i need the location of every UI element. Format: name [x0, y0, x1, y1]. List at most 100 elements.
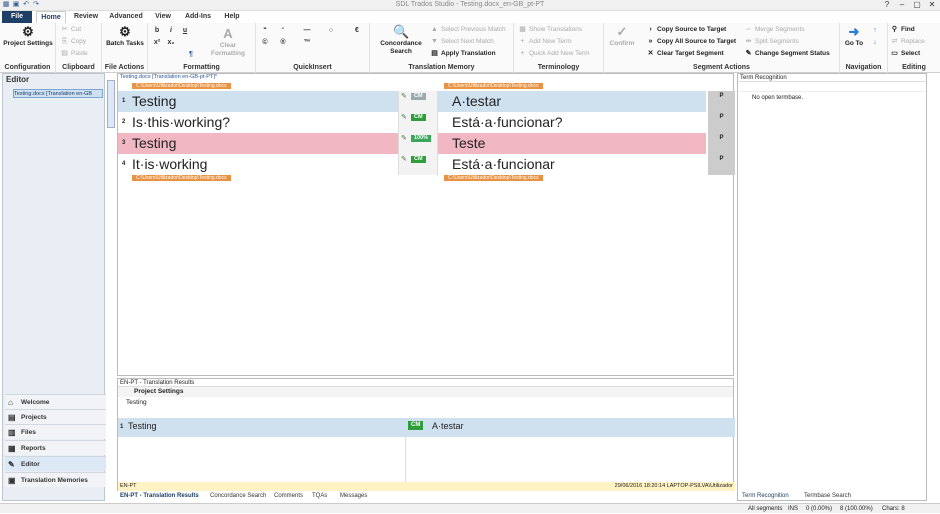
segment-target[interactable]: Está·a·funcionar — [438, 154, 706, 175]
project-settings-label: Project Settings — [3, 40, 53, 47]
segment-row[interactable]: 1 Testing ✎ CM A·testar P — [118, 91, 735, 112]
minimize-icon[interactable]: – — [895, 0, 909, 10]
clear-target-icon: ✕ — [647, 50, 654, 57]
group-label-segment-actions: Segment Actions — [693, 64, 750, 71]
superscript-button[interactable]: x² — [152, 39, 162, 46]
segment-target[interactable]: Está·a·funcionar? — [438, 112, 706, 133]
tab-termbase-search[interactable]: Termbase Search — [804, 491, 851, 501]
tab-translation-results[interactable]: EN-PT - Translation Results — [120, 491, 199, 501]
group-label-clipboard: Clipboard — [62, 64, 95, 71]
results-row-badge: CM — [408, 421, 424, 430]
cut-button[interactable]: ✂ Cut — [60, 25, 82, 35]
quick-add-new-term-label: Quick Add New Term — [529, 50, 590, 57]
tab-term-recognition[interactable]: Term Recognition — [742, 491, 789, 501]
show-translations-button[interactable]: ▦ Show Translations — [518, 25, 582, 35]
tab-help[interactable]: Help — [220, 11, 244, 23]
nav-editor[interactable]: ✎ Editor — [5, 456, 106, 471]
paste-button[interactable]: ▤ Paste — [60, 49, 87, 59]
tab-view[interactable]: View — [150, 11, 176, 23]
split-segments-label: Split Segments — [755, 38, 799, 45]
close-icon[interactable]: ✕ — [925, 0, 939, 10]
group-terminology: ▦ Show Translations + Add New Term + Quick … — [514, 23, 604, 73]
tab-review[interactable]: Review — [70, 11, 102, 23]
results-settings-button[interactable]: Project Settings — [118, 387, 733, 397]
side-panel-tab[interactable] — [107, 80, 115, 128]
target-path-tag-end: C:\Users\Utilizador\Desktop\Testing.docx — [444, 175, 543, 181]
tab-advanced[interactable]: Advanced — [106, 11, 146, 23]
arrow-right-circle-icon: ➜ — [848, 24, 860, 39]
group-label-configuration: Configuration — [4, 64, 51, 71]
select-next-match-button[interactable]: ▼ Select Next Match — [430, 37, 494, 47]
segment-lock-column: P — [708, 112, 735, 133]
segment-row[interactable]: 3 Testing ✎ 100% Teste P — [118, 133, 735, 154]
merge-segments-button[interactable]: ⇔ Merge Segments — [744, 25, 805, 35]
next-segment-icon[interactable]: ↓ — [870, 39, 880, 46]
segment-row[interactable]: 2 Is·this·working? ✎ CM Está·a·funcionar? … — [118, 112, 735, 133]
concordance-search-button[interactable]: 🔍 Concordance Search — [374, 25, 428, 56]
underline-button[interactable]: u — [180, 27, 190, 34]
quickinsert-item-icon[interactable]: — — [302, 27, 312, 34]
nav-files[interactable]: ▥ Files — [5, 424, 106, 439]
euro-icon[interactable]: € — [352, 27, 362, 34]
segment-source[interactable]: 4 It·is·working — [118, 154, 398, 175]
italic-button[interactable]: i — [166, 27, 176, 34]
tab-comments[interactable]: Comments — [274, 491, 303, 501]
nav-welcome[interactable]: ⌂ Welcome — [5, 394, 106, 409]
confirm-button[interactable]: ✓ Confirm — [606, 25, 638, 48]
add-new-term-button[interactable]: + Add New Term — [518, 37, 571, 47]
batch-tasks-button[interactable]: ⚙ Batch Tasks — [104, 25, 146, 48]
maximize-icon[interactable]: ▢ — [910, 0, 924, 10]
segment-source[interactable]: 3 Testing — [118, 133, 398, 154]
quickinsert-item-icon[interactable]: ○ — [326, 27, 336, 34]
group-label-formatting: Formatting — [183, 64, 220, 71]
clear-formatting-button[interactable]: A Clear Formatting — [204, 27, 252, 58]
projects-icon: ▤ — [8, 413, 16, 422]
apply-translation-button[interactable]: ▤ Apply Translation — [430, 49, 495, 59]
tab-tqas[interactable]: TQAs — [312, 491, 327, 501]
bold-button[interactable]: b — [152, 27, 162, 34]
nav-reports[interactable]: ▦ Reports — [5, 440, 106, 455]
segment-source[interactable]: 2 Is·this·working? — [118, 112, 398, 133]
tab-concordance-search[interactable]: Concordance Search — [210, 491, 266, 501]
segment-target[interactable]: Teste — [438, 133, 706, 154]
nav-projects[interactable]: ▤ Projects — [5, 409, 106, 424]
change-segment-status-button[interactable]: ✎ Change Segment Status — [744, 49, 830, 59]
copy-button[interactable]: ⎘ Copy — [60, 37, 87, 47]
nav-translation-memories[interactable]: ▣ Translation Memories — [5, 472, 106, 487]
copyright-icon[interactable]: © — [260, 39, 270, 46]
quick-add-new-term-button[interactable]: + Quick Add New Term — [518, 49, 590, 59]
find-button[interactable]: ⚲ Find — [890, 25, 915, 35]
copy-all-source-button[interactable]: » Copy All Source to Target — [646, 37, 737, 47]
clear-target-segment-button[interactable]: ✕ Clear Target Segment — [646, 49, 724, 59]
confirm-label: Confirm — [609, 40, 635, 47]
segment-status-badge: 100% — [411, 135, 432, 142]
segment-source[interactable]: 1 Testing — [118, 91, 398, 112]
registered-icon[interactable]: ® — [278, 39, 288, 46]
previous-segment-icon[interactable]: ↑ — [870, 27, 880, 34]
results-row[interactable]: 1 Testing CM A·testar — [118, 418, 735, 437]
group-segment-actions: ✓ Confirm › Copy Source to Target » Copy Al… — [604, 23, 840, 73]
quickinsert-item-icon[interactable]: ‘ — [278, 27, 288, 34]
quickinsert-item-icon[interactable]: “ — [260, 27, 270, 34]
pilcrow-icon[interactable]: ¶ — [186, 51, 196, 58]
help-icon[interactable]: ? — [880, 0, 894, 10]
split-segments-button[interactable]: ⇹ Split Segments — [744, 37, 799, 47]
select-button[interactable]: ▭ Select — [890, 49, 920, 59]
term-pane-title: Term Recognition — [738, 74, 926, 82]
trademark-icon[interactable]: ™ — [302, 39, 312, 46]
segment-target[interactable]: A·testar — [438, 91, 706, 112]
project-settings-button[interactable]: ⚙ Project Settings — [2, 25, 54, 48]
tab-home[interactable]: Home — [36, 11, 66, 23]
editor-grid: Testing.docx [Translation en-GB-pt-PT]* … — [117, 73, 735, 376]
tab-addins[interactable]: Add-Ins — [180, 11, 216, 23]
go-to-button[interactable]: ➜ Go To — [842, 25, 866, 48]
segment-row[interactable]: 4 It·is·working ✎ CM Está·a·funcionar P — [118, 154, 735, 175]
copy-source-to-target-button[interactable]: › Copy Source to Target — [646, 25, 726, 35]
select-previous-match-button[interactable]: ▲ Select Previous Match — [430, 25, 506, 35]
replace-button[interactable]: ⇄ Replace — [890, 37, 925, 47]
tab-file[interactable]: File — [2, 11, 32, 23]
subscript-button[interactable]: x₂ — [166, 39, 176, 46]
group-label-file-actions: File Actions — [104, 64, 145, 71]
document-tree-item[interactable]: Testing.docx [Translation en-GB — [13, 89, 103, 98]
tab-messages[interactable]: Messages — [340, 491, 367, 501]
